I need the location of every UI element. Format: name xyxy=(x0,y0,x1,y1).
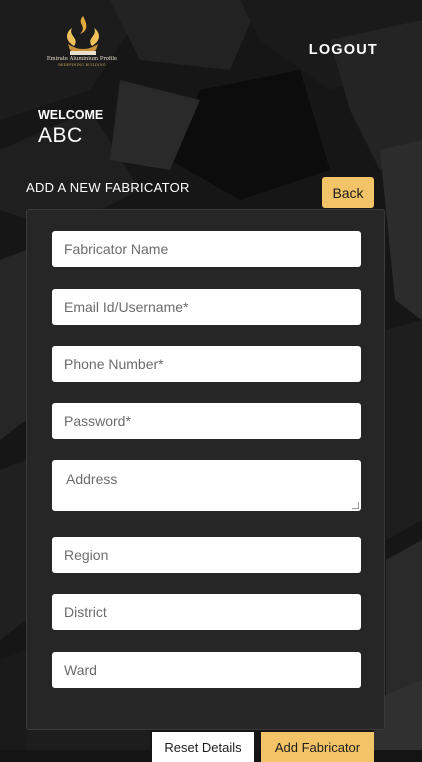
email-username-input[interactable]: Email Id/Username* xyxy=(52,289,361,325)
add-fabricator-button[interactable]: Add Fabricator xyxy=(261,732,374,762)
page-title: ADD A NEW FABRICATOR xyxy=(26,180,190,195)
reset-details-button[interactable]: Reset Details xyxy=(152,732,254,762)
brand-tagline: REDEFINING BUILDING xyxy=(58,63,106,67)
ward-input[interactable]: Ward xyxy=(52,652,361,688)
phone-number-input[interactable]: Phone Number* xyxy=(52,346,361,382)
fabricator-name-input[interactable]: Fabricator Name xyxy=(52,231,361,267)
logout-button[interactable]: LOGOUT xyxy=(309,42,378,58)
password-input[interactable]: Password* xyxy=(52,403,361,439)
region-input[interactable]: Region xyxy=(52,537,361,573)
brand-name: Emirate Aluminium Profile REDEFINING BUI… xyxy=(36,56,128,68)
address-textarea[interactable]: Address xyxy=(52,460,361,511)
back-button[interactable]: Back xyxy=(322,177,374,208)
flame-crest-icon xyxy=(67,16,99,55)
welcome-label: WELCOME xyxy=(38,108,104,122)
user-name: ABC xyxy=(38,124,83,147)
district-input[interactable]: District xyxy=(52,594,361,630)
fabricator-form: Fabricator Name Email Id/Username* Phone… xyxy=(26,209,385,730)
resize-grip-icon[interactable] xyxy=(352,502,359,509)
address-placeholder: Address xyxy=(66,471,118,487)
